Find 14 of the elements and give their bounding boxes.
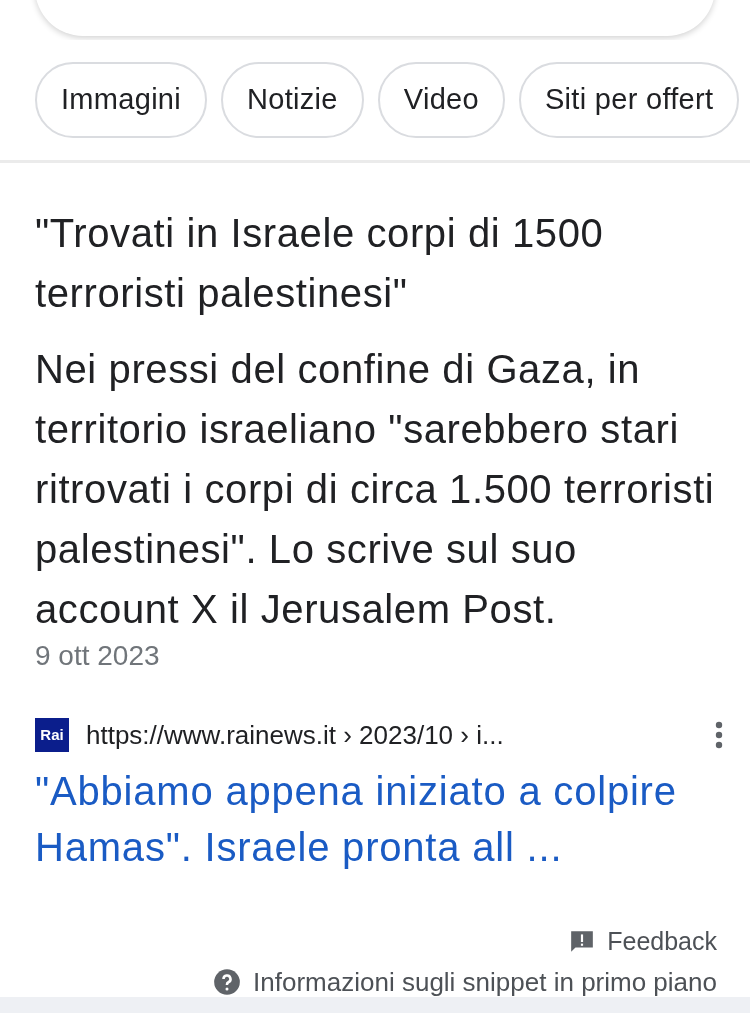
site-favicon: Rai	[35, 718, 69, 752]
snippet-text: Nei pressi del confine di Gaza, in territorio israeliano "sarebbero stari ritrovati i corpi di circa 1.500 terroristi palestinesi". Lo scrive sul suo account X il Jerusalem Post.	[35, 346, 715, 633]
date-text: 9 ott 2023	[35, 639, 161, 673]
info-link[interactable]: Informazioni sugli snippet in primo piano	[253, 966, 717, 997]
filter-chip[interactable]: Notizie	[221, 62, 364, 138]
help-icon	[213, 967, 242, 996]
filter-chip[interactable]: Siti per offert	[518, 62, 740, 138]
site-url[interactable]: https://www.rainews.it › 2023/10 › i...	[86, 715, 504, 755]
more-options-icon[interactable]	[715, 721, 723, 749]
result-link[interactable]: "Abbiamo appena iniziato a colpire Hamas". Israele pronta all ...	[35, 763, 715, 875]
filter-chip[interactable]: Immagini	[35, 62, 208, 138]
feedback-link[interactable]: Feedback	[607, 923, 717, 961]
filter-chip[interactable]: Video	[377, 62, 505, 138]
snippet-title: "Trovati in Israele corpi di 1500 terroristi palestinesi"	[35, 210, 605, 317]
